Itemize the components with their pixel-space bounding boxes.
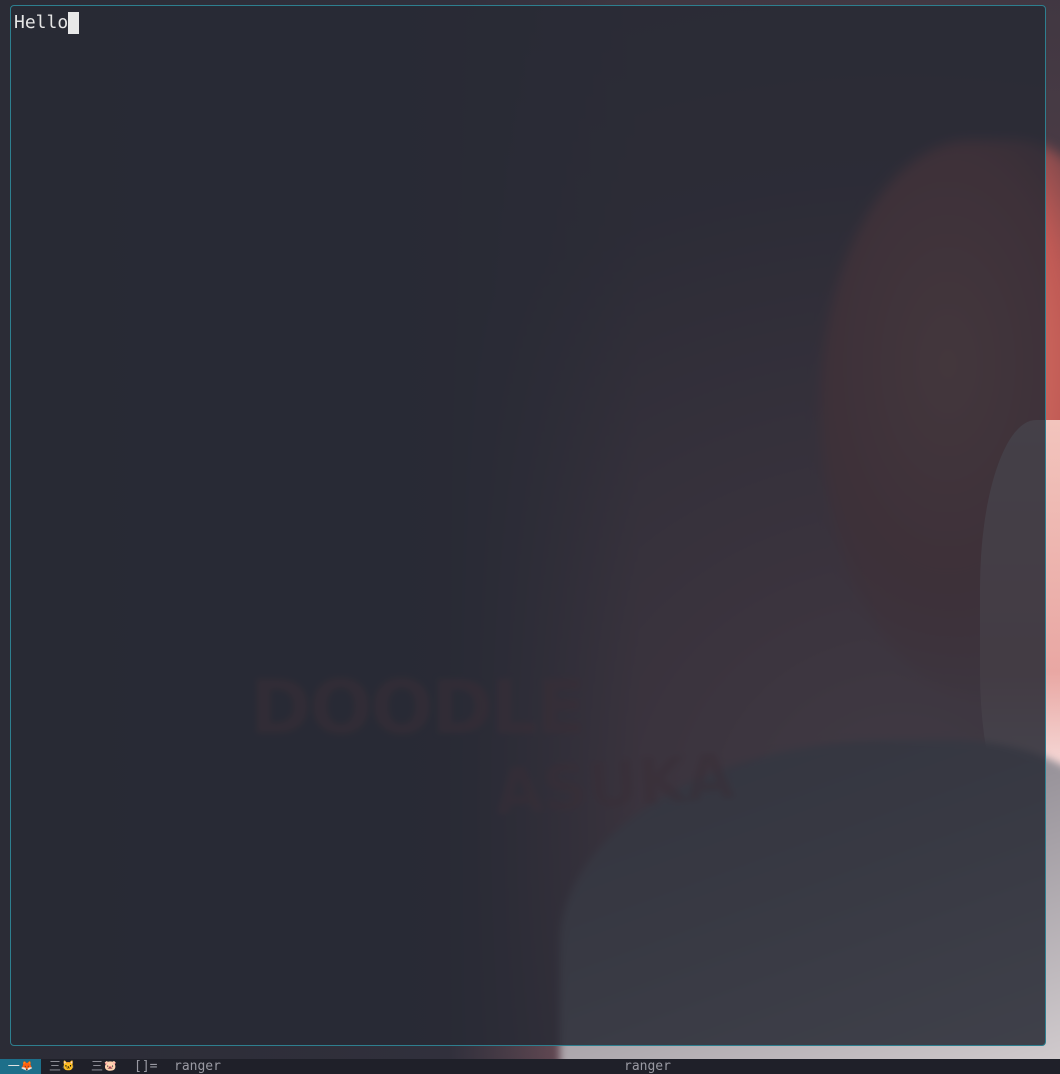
tag-label: 一 [7, 1059, 20, 1073]
desktop-background: DOODLE ASUKA Hello 一 🦊 三 🐱 三 🐷 []= range… [0, 0, 1060, 1074]
tag-label: 三 [49, 1059, 62, 1073]
status-bar: 一 🦊 三 🐱 三 🐷 []= ranger ranger [0, 1059, 1060, 1074]
terminal-window[interactable]: Hello [10, 5, 1046, 1046]
workspace-tag-2[interactable]: 三 🐱 [49, 1059, 74, 1074]
tag-label: 三 [91, 1059, 104, 1073]
focused-window-title: ranger [174, 1059, 221, 1074]
fox-icon: 🦊 [20, 1061, 34, 1072]
pig-icon: 🐷 [104, 1061, 117, 1072]
workspace-tag-3[interactable]: 三 🐷 [91, 1059, 116, 1074]
cat-icon: 🐱 [62, 1061, 75, 1072]
text-cursor [68, 12, 80, 34]
terminal-output[interactable]: Hello [14, 12, 80, 34]
layout-indicator[interactable]: []= [134, 1059, 157, 1074]
terminal-text: Hello [14, 12, 69, 33]
window-title: ranger [624, 1059, 671, 1074]
workspace-tag-1[interactable]: 一 🦊 [0, 1059, 41, 1074]
